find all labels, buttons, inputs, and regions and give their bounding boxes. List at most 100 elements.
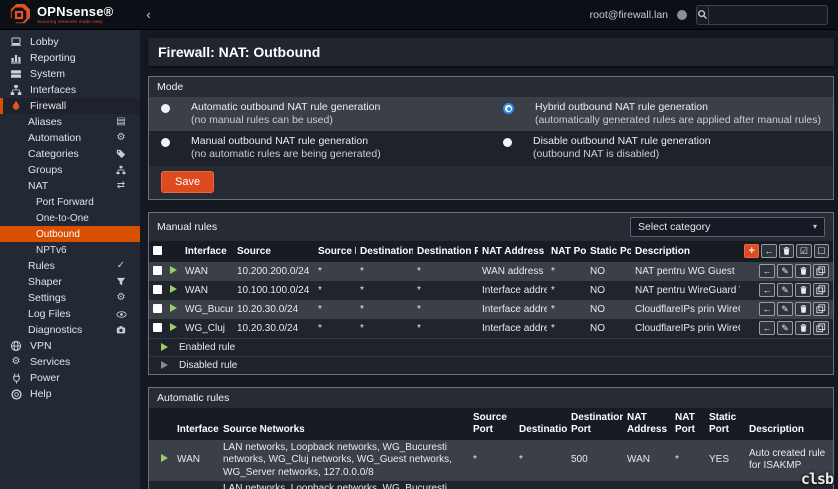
sidebar-item-firewall[interactable]: Firewall <box>0 98 140 114</box>
delete-selected-button[interactable] <box>779 244 794 258</box>
search-input[interactable] <box>709 6 828 24</box>
sidebar-item-port-forward[interactable]: Port Forward <box>0 194 140 210</box>
sidebar-collapse-icon[interactable]: ‹ <box>146 8 150 21</box>
mode-option-manual[interactable]: Manual outbound NAT rule generation (no … <box>149 131 491 165</box>
mode-option-disable[interactable]: Disable outbound NAT rule generation (ou… <box>491 131 833 165</box>
column-header[interactable]: Destination Port <box>413 241 478 262</box>
row-checkbox[interactable] <box>153 323 162 332</box>
cell-destination: * <box>356 262 413 281</box>
sidebar-item-nat[interactable]: NAT ⇄ <box>0 178 140 194</box>
enabled-rule-icon[interactable] <box>170 266 177 274</box>
edit-rule-button[interactable]: ✎ <box>777 283 793 297</box>
delete-rule-button[interactable] <box>795 321 811 335</box>
move-selected-button[interactable]: ← <box>761 244 776 258</box>
add-rule-button[interactable]: + <box>744 244 759 258</box>
cell-interface: WAN <box>173 481 219 489</box>
mode-option-hybrid[interactable]: Hybrid outbound NAT rule generation (aut… <box>491 97 833 131</box>
opnsense-logo-icon[interactable] <box>8 4 30 26</box>
sidebar-item-interfaces[interactable]: Interfaces <box>0 82 140 98</box>
column-header[interactable]: Source Port <box>314 241 356 262</box>
move-rule-button[interactable]: ← <box>759 264 775 278</box>
sidebar-item-log-files[interactable]: Log Files <box>0 306 140 322</box>
radio-unselected-icon[interactable] <box>503 138 512 147</box>
sidebar-item-reporting[interactable]: Reporting <box>0 50 140 66</box>
select-all-checkbox[interactable] <box>153 246 162 255</box>
cell-nat-address: Interface address <box>478 300 547 319</box>
radio-selected-icon[interactable] <box>503 103 514 114</box>
sidebar-item-one-to-one[interactable]: One-to-One <box>0 210 140 226</box>
chevron-down-icon: ▾ <box>813 222 817 231</box>
sidebar-item-aliases[interactable]: Aliases ▤ <box>0 114 140 130</box>
cell-description: CloudflareIPs prin WireGuard <box>631 300 740 319</box>
sidebar-item-diagnostics[interactable]: Diagnostics <box>0 322 140 338</box>
cell-interface: WG_Cluj <box>181 319 233 338</box>
sidebar-item-groups[interactable]: Groups <box>0 162 140 178</box>
move-rule-button[interactable]: ← <box>759 283 775 297</box>
cell-nat-address: WAN <box>623 481 671 489</box>
edit-rule-button[interactable]: ✎ <box>777 321 793 335</box>
delete-rule-button[interactable] <box>795 302 811 316</box>
row-checkbox[interactable] <box>153 285 162 294</box>
sidebar-item-settings[interactable]: Settings ⚙ <box>0 290 140 306</box>
opnsense-app: OPNsense® Securing networks made easy ‹ … <box>0 0 838 489</box>
column-header[interactable]: Interface <box>181 241 233 262</box>
manual-rule-row[interactable]: WAN 10.200.200.0/24 * * * WAN address * … <box>149 262 833 281</box>
manual-rule-row[interactable]: WG_Cluj 10.20.30.0/24 * * * Interface ad… <box>149 319 833 338</box>
sidebar-item-automation[interactable]: Automation ⚙ <box>0 130 140 146</box>
cell-destination-port: 500 <box>567 440 623 482</box>
sidebar-item-services[interactable]: ⚙ Services <box>0 354 140 370</box>
enabled-rule-icon[interactable] <box>170 285 177 293</box>
cell-destination: * <box>356 281 413 300</box>
edit-rule-button[interactable]: ✎ <box>777 302 793 316</box>
mode-option-automatic[interactable]: Automatic outbound NAT rule generation (… <box>149 97 491 131</box>
edit-rule-button[interactable]: ✎ <box>777 264 793 278</box>
delete-rule-button[interactable] <box>795 264 811 278</box>
sidebar-item-categories[interactable]: Categories <box>0 146 140 162</box>
mode-option-sub: (no manual rules can be used) <box>191 114 333 126</box>
column-header[interactable]: NAT Address <box>478 241 547 262</box>
search-icon <box>697 6 709 24</box>
logged-in-user[interactable]: root@firewall.lan <box>590 9 668 21</box>
radio-unselected-icon[interactable] <box>161 104 170 113</box>
move-rule-button[interactable]: ← <box>759 302 775 316</box>
clone-rule-button[interactable] <box>813 302 829 316</box>
cell-nat-address: Interface address <box>478 281 547 300</box>
cell-static-port: NO <box>586 262 631 281</box>
category-select[interactable]: Select category ▾ <box>630 217 825 237</box>
row-checkbox[interactable] <box>153 266 162 275</box>
deselect-button[interactable]: ☐ <box>814 244 829 258</box>
move-rule-button[interactable]: ← <box>759 321 775 335</box>
enabled-rule-icon[interactable] <box>170 304 177 312</box>
column-header[interactable]: Source <box>233 241 314 262</box>
sidebar-item-outbound[interactable]: Outbound <box>0 226 140 242</box>
disabled-rule-icon <box>161 361 168 369</box>
clone-rule-button[interactable] <box>813 264 829 278</box>
sidebar-item-power[interactable]: Power <box>0 370 140 386</box>
brand: OPNsense® Securing networks made easy ‹ <box>0 4 151 26</box>
user-status-dot[interactable] <box>677 10 687 20</box>
sidebar-item-nptv6[interactable]: NPTv6 <box>0 242 140 258</box>
sidebar-item-lobby[interactable]: Lobby <box>0 34 140 50</box>
radio-unselected-icon[interactable] <box>161 138 170 147</box>
cell-interface: WG_Bucuresti <box>181 300 233 319</box>
column-header[interactable]: Static Port <box>586 241 631 262</box>
manual-rule-row[interactable]: WG_Bucuresti 10.20.30.0/24 * * * Interfa… <box>149 300 833 319</box>
clone-rule-button[interactable] <box>813 283 829 297</box>
column-header[interactable]: Description <box>631 241 740 262</box>
cell-interface: WAN <box>181 262 233 281</box>
clone-rule-button[interactable] <box>813 321 829 335</box>
sidebar-item-help[interactable]: Help <box>0 386 140 402</box>
delete-rule-button[interactable] <box>795 283 811 297</box>
column-header[interactable]: Destination <box>356 241 413 262</box>
save-button[interactable]: Save <box>161 171 214 193</box>
sidebar-item-system[interactable]: System <box>0 66 140 82</box>
column-header[interactable]: NAT Port <box>547 241 586 262</box>
enabled-rule-icon[interactable] <box>170 323 177 331</box>
sidebar-item-shaper[interactable]: Shaper <box>0 274 140 290</box>
sidebar-item-vpn[interactable]: VPN <box>0 338 140 354</box>
toggle-selected-button[interactable]: ☑ <box>796 244 811 258</box>
manual-rule-row[interactable]: WAN 10.100.100.0/24 * * * Interface addr… <box>149 281 833 300</box>
sidebar-item-rules[interactable]: Rules ✓ <box>0 258 140 274</box>
cell-static-port: NO <box>586 300 631 319</box>
row-checkbox[interactable] <box>153 304 162 313</box>
